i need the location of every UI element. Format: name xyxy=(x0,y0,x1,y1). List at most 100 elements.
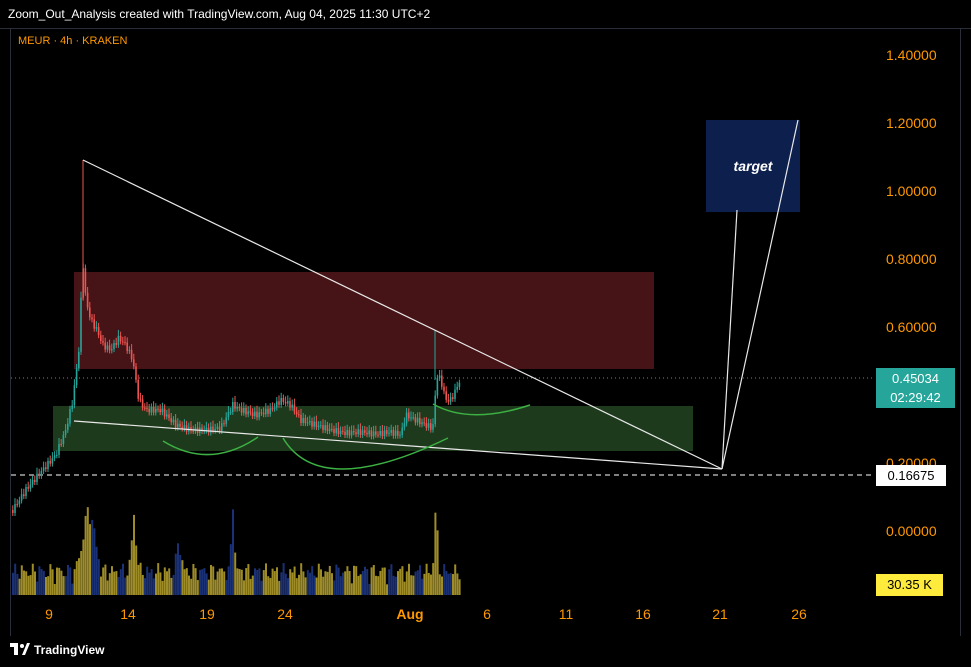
candle-body xyxy=(245,408,247,415)
candle-body xyxy=(29,484,32,489)
candle-body xyxy=(163,408,166,417)
volume-bar xyxy=(359,574,362,595)
candle-body xyxy=(64,429,67,435)
volume-bar xyxy=(291,572,294,595)
volume-bar xyxy=(36,581,39,595)
candle-body xyxy=(225,417,227,424)
candle-body xyxy=(130,349,133,360)
candle-body xyxy=(405,412,408,424)
time-axis[interactable]: 9 14 19 24 Aug 6 11 16 21 26 xyxy=(10,603,872,625)
candle-body xyxy=(412,417,414,419)
volume-bar xyxy=(203,568,206,595)
candle-body xyxy=(122,341,124,343)
volume-bar xyxy=(135,545,138,595)
price-label: 0.60000 xyxy=(886,319,937,335)
candle-body xyxy=(390,429,392,433)
volume-bar xyxy=(313,575,316,595)
candle-body xyxy=(137,379,139,399)
volume-bar xyxy=(458,579,461,595)
volume-bar xyxy=(390,564,393,595)
volume-bar xyxy=(148,572,151,595)
candle-body xyxy=(375,431,377,435)
candle-body xyxy=(344,431,346,435)
volume-bar xyxy=(29,575,32,595)
volume-bar xyxy=(247,564,250,595)
candle-body xyxy=(31,480,34,485)
volume-bar xyxy=(353,565,355,595)
candle-body xyxy=(421,422,423,425)
candle-body xyxy=(42,467,45,472)
volume-bar xyxy=(137,564,140,595)
volume-bar xyxy=(392,575,395,595)
volume-bar xyxy=(276,567,278,595)
volume-bar xyxy=(414,571,417,595)
volume-bar xyxy=(155,573,157,595)
volume-bar xyxy=(163,567,166,595)
candle-body xyxy=(427,423,430,428)
volume-bar xyxy=(317,563,320,595)
volume-bar xyxy=(282,563,285,595)
candle-body xyxy=(69,409,71,424)
candle-body xyxy=(159,409,161,413)
volume-bar xyxy=(267,576,270,595)
symbol-info[interactable]: MEUR · 4h · KRAKEN xyxy=(18,35,127,47)
candle-body xyxy=(247,411,249,415)
candle-body xyxy=(392,429,395,436)
footer xyxy=(0,636,971,667)
volume-bar xyxy=(302,571,305,595)
volume-bar xyxy=(139,562,142,595)
candle-body xyxy=(313,421,315,427)
candle-body xyxy=(93,319,95,329)
volume-bar xyxy=(130,540,133,595)
volume-bar xyxy=(401,566,404,595)
candle-body xyxy=(185,425,188,432)
chart-canvas[interactable] xyxy=(0,0,971,667)
volume-bar xyxy=(397,571,399,595)
candle-body xyxy=(438,375,441,378)
volume-bar xyxy=(372,564,375,595)
volume-bar xyxy=(243,580,245,595)
candle-body xyxy=(216,426,219,429)
volume-bar xyxy=(214,579,217,595)
volume-bar xyxy=(427,573,430,595)
price-axis[interactable]: 1.40000 1.20000 1.00000 0.80000 0.60000 … xyxy=(872,29,961,603)
candle-body xyxy=(249,411,252,413)
time-label: 24 xyxy=(277,606,293,622)
volume-bar xyxy=(441,576,443,595)
volume-bar xyxy=(42,570,45,595)
candle-body xyxy=(430,423,432,430)
volume-bar xyxy=(412,575,415,595)
volume-bar xyxy=(113,571,116,595)
candle-body xyxy=(23,494,25,497)
candle-body xyxy=(331,428,333,430)
candle-body xyxy=(124,342,126,344)
volume-bar xyxy=(456,573,459,595)
candle-body xyxy=(161,408,164,413)
candle-body xyxy=(152,407,155,413)
candle-body xyxy=(172,419,175,423)
candle-body xyxy=(71,405,73,410)
candle-body xyxy=(47,460,49,470)
volume-bar xyxy=(144,578,146,595)
volume-bar xyxy=(342,572,344,595)
volume-bar xyxy=(174,553,177,595)
volume-bar xyxy=(179,554,182,595)
candle-body xyxy=(306,422,309,424)
target-annotation: target xyxy=(733,158,773,174)
candle-body xyxy=(111,349,113,351)
candle-body xyxy=(309,421,311,423)
volume-bar xyxy=(339,576,342,595)
volume-bar xyxy=(447,573,450,595)
candle-body xyxy=(322,425,324,431)
volume-bar xyxy=(350,583,353,595)
candle-body xyxy=(75,368,78,386)
volume-bar xyxy=(430,574,432,595)
candle-body xyxy=(346,429,348,435)
volume-bar xyxy=(229,544,232,595)
volume-bar xyxy=(454,564,457,595)
volume-bar xyxy=(366,569,369,595)
candle-body xyxy=(348,429,351,436)
candle-body xyxy=(366,432,368,435)
volume-bar xyxy=(399,568,402,595)
candle-body xyxy=(353,431,355,433)
